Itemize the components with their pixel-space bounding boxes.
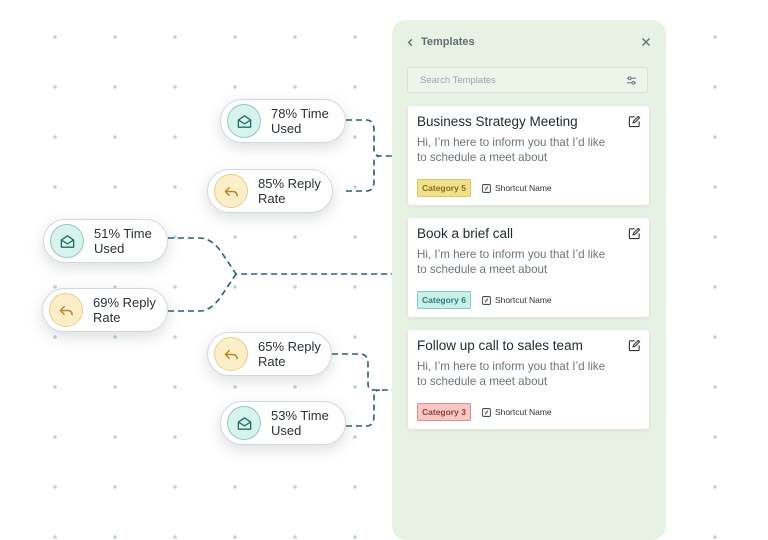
- template-title: Book a brief call: [417, 226, 514, 241]
- shortcut-label: Shortcut Name: [482, 183, 552, 193]
- stat-pill: 51% Time Used: [43, 219, 168, 263]
- template-body: Hi, I’m here to inform you that I’d like…: [417, 360, 606, 388]
- category-badge: Category 3: [417, 403, 471, 421]
- filter-icon[interactable]: [626, 75, 637, 86]
- category-badge: Category 6: [417, 291, 471, 309]
- close-icon[interactable]: [640, 36, 652, 48]
- back-button[interactable]: Templates: [406, 36, 475, 48]
- template-title: Follow up call to sales team: [417, 338, 583, 353]
- template-card[interactable]: Follow up call to sales team Hi, I’m her…: [408, 330, 649, 429]
- stat-pill: 85% Reply Rate: [207, 169, 333, 213]
- template-card[interactable]: Business Strategy Meeting Hi, I’m here t…: [408, 106, 649, 205]
- shortcut-name: Shortcut Name: [494, 407, 552, 417]
- stat-pill: 78% Time Used: [220, 99, 346, 143]
- template-body: Hi, I’m here to inform you that I’d like…: [417, 136, 606, 164]
- edit-icon[interactable]: [628, 339, 641, 352]
- panel-title: Templates: [421, 36, 475, 48]
- shortcut-icon: [482, 407, 491, 417]
- mail-open-icon: [227, 104, 261, 138]
- stat-text: 69% Reply Rate: [93, 295, 156, 325]
- chevron-left-icon: [407, 38, 413, 46]
- stat-text: 78% Time Used: [271, 106, 329, 136]
- template-card[interactable]: Book a brief call Hi, I’m here to inform…: [408, 218, 649, 317]
- shortcut-label: Shortcut Name: [482, 407, 552, 417]
- shortcut-name: Shortcut Name: [494, 183, 552, 193]
- reply-icon: [49, 293, 83, 327]
- stat-text: 85% Reply Rate: [258, 176, 321, 206]
- category-badge: Category 5: [417, 179, 471, 197]
- shortcut-icon: [482, 295, 491, 305]
- stat-text: 51% Time Used: [94, 226, 152, 256]
- stat-text: 53% Time Used: [271, 408, 329, 438]
- mail-open-icon: [50, 224, 84, 258]
- edit-icon[interactable]: [628, 227, 641, 240]
- shortcut-name: Shortcut Name: [494, 295, 552, 305]
- panel-header: Templates: [406, 34, 652, 50]
- search-input[interactable]: [418, 73, 626, 87]
- edit-icon[interactable]: [628, 115, 641, 128]
- stat-pill: 69% Reply Rate: [42, 288, 168, 332]
- stat-pill: 65% Reply Rate: [207, 332, 332, 376]
- stat-pill: 53% Time Used: [220, 401, 346, 445]
- stat-text: 65% Reply Rate: [258, 339, 321, 369]
- mail-open-icon: [227, 406, 261, 440]
- reply-icon: [214, 174, 248, 208]
- template-title: Business Strategy Meeting: [417, 114, 578, 129]
- template-body: Hi, I’m here to inform you that I’d like…: [417, 248, 606, 276]
- reply-icon: [214, 337, 248, 371]
- shortcut-label: Shortcut Name: [482, 295, 552, 305]
- search-field[interactable]: [407, 67, 648, 93]
- shortcut-icon: [482, 183, 491, 193]
